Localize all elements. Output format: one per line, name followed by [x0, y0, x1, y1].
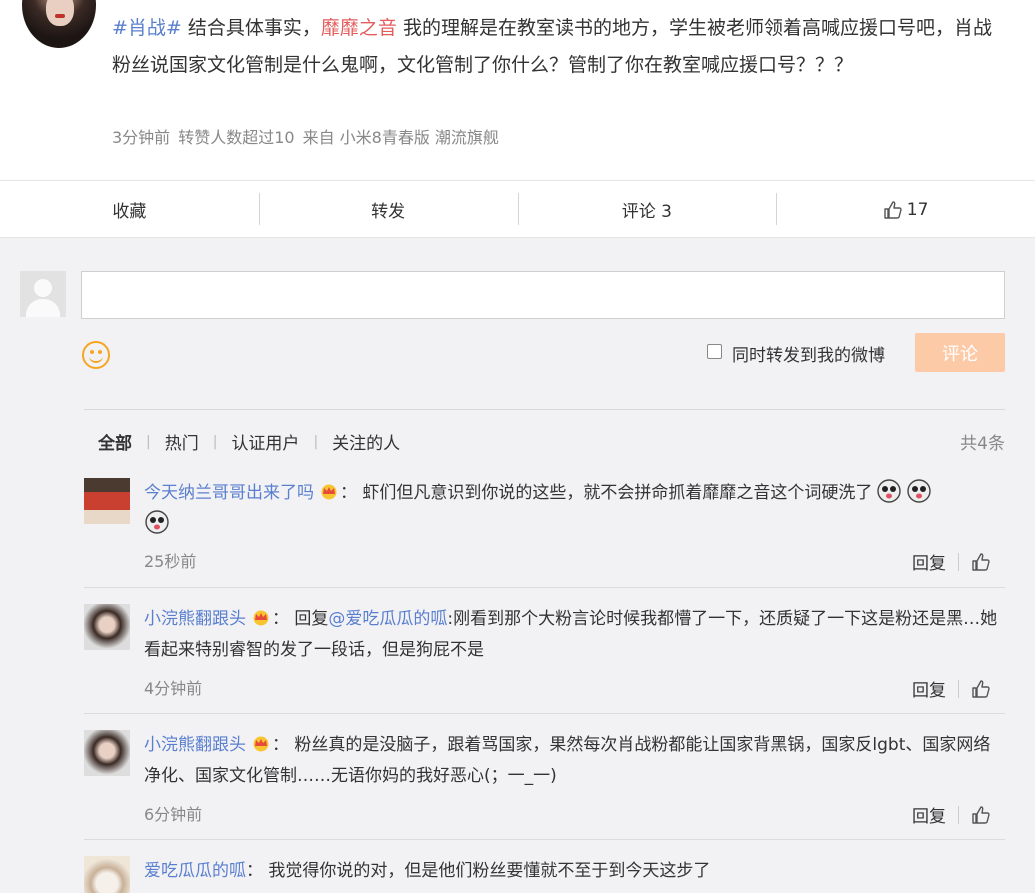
dog-emoji-icon: [907, 479, 932, 503]
divider: [84, 409, 1005, 410]
comment-body: 爱吃瓜瓜的呱： 我觉得你说的对，但是他们粉丝要懂就不至于到今天这步了: [144, 856, 1004, 887]
like-count: 17: [906, 199, 929, 220]
comment-filter-tabs: 全部 | 热门 | 认证用户 | 关注的人: [98, 429, 400, 455]
hashtag-link[interactable]: #肖战#: [112, 17, 182, 39]
repost-info: 转赞人数超过10: [178, 128, 295, 147]
reply-button[interactable]: 回复: [912, 802, 946, 827]
comment-ops: 回复: [912, 676, 991, 701]
post-meta: 3分钟前 转赞人数超过10 来自 小米8青春版 潮流旗舰: [112, 124, 507, 148]
forward-label: 转发: [371, 202, 406, 222]
comment-button[interactable]: 评论 3: [517, 181, 777, 238]
favorite-label: 收藏: [112, 202, 147, 222]
action-bar: 收藏 转发 评论 3 17: [0, 180, 1035, 238]
comment-ops: 回复: [912, 802, 991, 827]
like-button[interactable]: 17: [776, 181, 1035, 238]
favorite-button[interactable]: 收藏: [0, 181, 259, 238]
tab-all[interactable]: 全部: [98, 429, 132, 454]
tab-verified[interactable]: 认证用户: [231, 429, 299, 454]
submit-comment-button[interactable]: 评论: [915, 333, 1005, 372]
post-source[interactable]: 来自 小米8青春版 潮流旗舰: [303, 128, 499, 147]
reply-button[interactable]: 回复: [912, 549, 946, 574]
tab-separator: |: [212, 433, 218, 450]
ops-divider: [958, 679, 959, 698]
dog-emoji-icon: [877, 479, 902, 503]
tab-separator: |: [313, 433, 319, 450]
mention-link[interactable]: 靡靡之音: [321, 17, 397, 39]
comment-divider: [84, 713, 1005, 714]
comment-text: ： 我觉得你说的对，但是他们粉丝要懂就不至于到今天这步了: [246, 861, 711, 881]
thumbs-up-icon[interactable]: [971, 679, 991, 699]
crown-badge-icon[interactable]: [250, 734, 272, 752]
comment-body: 小浣熊翻跟头： 回复@爱吃瓜瓜的呱:刚看到那个大粉言论时候我都懵了一下，还质疑了…: [144, 604, 1004, 666]
ops-divider: [958, 805, 959, 824]
comment-reply-prefix: ： 回复: [272, 609, 329, 629]
reply-to-link[interactable]: @爱吃瓜瓜的呱: [328, 609, 447, 629]
tab-separator: |: [146, 433, 151, 450]
ops-divider: [958, 552, 959, 571]
tab-hot[interactable]: 热门: [165, 429, 199, 454]
thumbs-up-icon[interactable]: [971, 552, 991, 572]
crown-badge-icon[interactable]: [318, 482, 340, 500]
forward-checkbox[interactable]: [707, 344, 722, 359]
comment-body: 今天纳兰哥哥出来了吗 ： 虾们但凡意识到你说的这些，就不会拼命抓着靡靡之音这个词硬…: [144, 478, 1004, 540]
forward-button[interactable]: 转发: [258, 181, 518, 238]
comment-time: 4分钟前: [144, 679, 203, 698]
comment-divider: [84, 587, 1005, 588]
comment-divider: [84, 839, 1005, 840]
comment-time: 6分钟前: [144, 805, 203, 824]
comment-input[interactable]: [81, 271, 1005, 319]
commenter-name[interactable]: 小浣熊翻跟头: [144, 609, 246, 629]
comment-ops: 回复: [912, 549, 991, 574]
comment-text: ： 虾们但凡意识到你说的这些，就不会拼命抓着靡靡之音这个词硬洗了: [340, 483, 873, 503]
thumbs-up-icon: [884, 200, 902, 219]
commenter-name[interactable]: 小浣熊翻跟头: [144, 735, 246, 755]
commenter-name[interactable]: 今天纳兰哥哥出来了吗: [144, 483, 314, 503]
commenter-name[interactable]: 爱吃瓜瓜的呱: [144, 861, 246, 881]
author-avatar[interactable]: [22, 0, 96, 48]
comment-time: 25秒前: [144, 552, 197, 571]
post-text-part: 结合具体事实，: [181, 17, 321, 39]
crown-badge-icon[interactable]: [250, 608, 272, 626]
commenter-avatar[interactable]: [84, 478, 130, 524]
reply-button[interactable]: 回复: [912, 676, 946, 701]
forward-checkbox-label[interactable]: 同时转发到我的微博: [732, 341, 885, 366]
thumbs-up-icon[interactable]: [971, 805, 991, 825]
commenter-avatar[interactable]: [84, 856, 130, 893]
dog-emoji-icon: [145, 510, 169, 534]
comment-label: 评论 3: [621, 202, 672, 222]
tab-following[interactable]: 关注的人: [332, 429, 400, 454]
commenter-avatar[interactable]: [84, 730, 130, 776]
post-card: #肖战# 结合具体事实，靡靡之音 我的理解是在教室读书的地方，学生被老师领着高喊…: [0, 0, 1035, 238]
comment-body: 小浣熊翻跟头： 粉丝真的是没脑子，跟着骂国家，果然每次肖战粉都能让国家背黑锅，国…: [144, 730, 1004, 792]
my-avatar: [20, 271, 66, 317]
commenter-avatar[interactable]: [84, 604, 130, 650]
post-time[interactable]: 3分钟前: [112, 128, 170, 147]
post-content: #肖战# 结合具体事实，靡靡之音 我的理解是在教室读书的地方，学生被老师领着高喊…: [112, 10, 992, 84]
emoji-icon[interactable]: [82, 341, 110, 369]
comment-total: 共4条: [960, 434, 1005, 454]
